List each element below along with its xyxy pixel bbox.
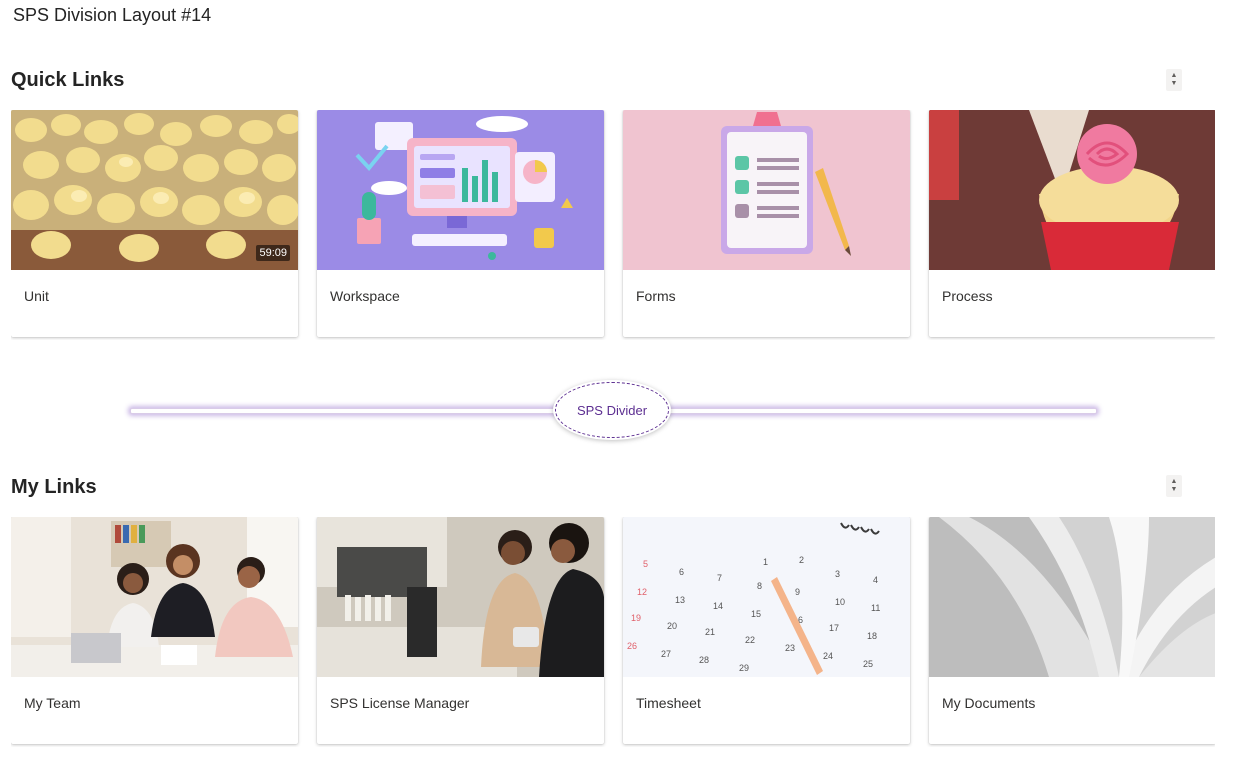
calendar-image: 1234 67891011 131415161718 202122232425 … [623, 517, 910, 677]
svg-text:13: 13 [675, 595, 685, 605]
svg-text:15: 15 [751, 609, 761, 619]
svg-text:1: 1 [763, 557, 768, 567]
team-image [11, 517, 298, 677]
sps-divider-badge: SPS Divider [553, 380, 671, 440]
quick-link-label: Unit [24, 288, 49, 304]
svg-text:19: 19 [631, 613, 641, 623]
quick-link-card-forms[interactable]: Forms [623, 110, 910, 337]
svg-text:10: 10 [835, 597, 845, 607]
svg-text:3: 3 [835, 569, 840, 579]
chevron-down-icon[interactable]: ▼ [1171, 486, 1178, 494]
svg-text:4: 4 [873, 575, 878, 585]
shop-image [317, 517, 604, 677]
svg-text:20: 20 [667, 621, 677, 631]
book-image [929, 517, 1215, 677]
my-link-label: Timesheet [636, 695, 701, 711]
svg-text:14: 14 [713, 601, 723, 611]
my-link-card-my-documents[interactable]: My Documents [929, 517, 1215, 744]
quick-link-card-workspace[interactable]: Workspace [317, 110, 604, 337]
my-link-label: My Team [24, 695, 81, 711]
svg-text:11: 11 [871, 603, 880, 613]
svg-text:12: 12 [637, 587, 647, 597]
svg-text:28: 28 [699, 655, 709, 665]
svg-text:23: 23 [785, 643, 795, 653]
svg-text:6: 6 [679, 567, 684, 577]
chevron-down-icon[interactable]: ▼ [1171, 80, 1178, 88]
svg-text:22: 22 [745, 635, 755, 645]
svg-text:17: 17 [829, 623, 839, 633]
cupcake-image [929, 110, 1215, 270]
chicks-image: 59:09 [11, 110, 298, 270]
svg-text:27: 27 [661, 649, 671, 659]
svg-text:2: 2 [799, 555, 804, 565]
page-title: SPS Division Layout #14 [13, 5, 212, 25]
quick-links-scroll-control[interactable]: ▲ ▼ [1166, 69, 1182, 91]
my-link-label: My Documents [942, 695, 1036, 711]
svg-text:5: 5 [643, 559, 648, 569]
sps-divider-label: SPS Divider [555, 382, 669, 438]
svg-text:18: 18 [867, 631, 877, 641]
quick-link-label: Process [942, 288, 993, 304]
svg-text:9: 9 [795, 587, 800, 597]
my-link-card-sps-license-manager[interactable]: SPS License Manager [317, 517, 604, 744]
svg-text:29: 29 [739, 663, 749, 673]
quick-link-label: Forms [636, 288, 676, 304]
my-links-title: My Links [11, 476, 97, 498]
quick-link-label: Workspace [330, 288, 400, 304]
svg-text:7: 7 [717, 573, 722, 583]
chevron-up-icon[interactable]: ▲ [1171, 478, 1178, 486]
my-link-card-my-team[interactable]: My Team [11, 517, 298, 744]
my-links-scroll-control[interactable]: ▲ ▼ [1166, 475, 1182, 497]
quick-link-card-process[interactable]: Process [929, 110, 1215, 337]
svg-text:25: 25 [863, 659, 873, 669]
quick-link-card-unit[interactable]: 59:09 Unit [11, 110, 298, 337]
my-link-card-timesheet[interactable]: 1234 67891011 131415161718 202122232425 … [623, 517, 910, 744]
svg-text:21: 21 [705, 627, 715, 637]
clipboard-image [623, 110, 910, 270]
workspace-image [317, 110, 604, 270]
video-duration-badge: 59:09 [256, 245, 290, 261]
chevron-up-icon[interactable]: ▲ [1171, 72, 1178, 80]
svg-text:24: 24 [823, 651, 833, 661]
quick-links-row: 59:09 Unit Workspace Forms Process [11, 110, 1215, 340]
svg-text:8: 8 [757, 581, 762, 591]
svg-text:26: 26 [627, 641, 637, 651]
quick-links-title: Quick Links [11, 69, 125, 91]
my-link-label: SPS License Manager [330, 695, 470, 711]
my-links-row: My Team SPS License Manager 1 2 3 4 6 7 … [11, 517, 1215, 747]
